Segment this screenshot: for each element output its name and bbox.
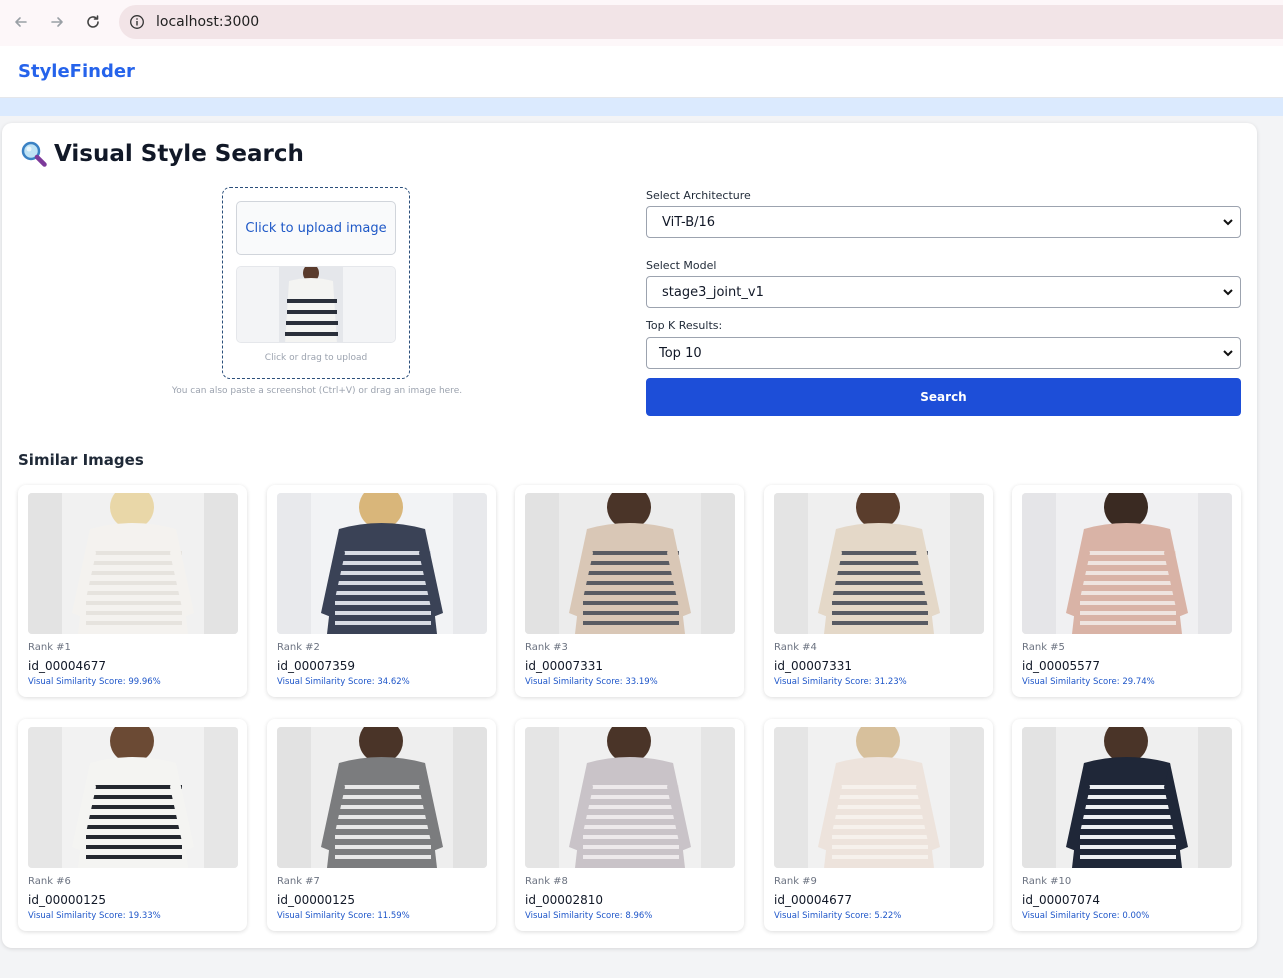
results-title: Similar Images — [18, 451, 144, 469]
upload-dropzone[interactable]: Click to upload image Click or drag to u… — [222, 187, 410, 379]
architecture-label: Select Architecture — [646, 189, 751, 202]
result-score: Visual Similarity Score: 33.19% — [525, 677, 658, 687]
architecture-value: ViT-B/16 — [662, 214, 716, 230]
result-image[interactable] — [774, 493, 984, 634]
result-rank: Rank #5 — [1022, 642, 1065, 653]
result-id: id_00000125 — [28, 893, 107, 907]
result-card[interactable]: Rank #9 id_00004677 Visual Similarity Scor… — [764, 719, 993, 931]
result-id: id_00007359 — [277, 659, 356, 673]
result-card[interactable]: Rank #4 id_00007331 Visual Similarity Scor… — [764, 485, 993, 697]
result-id: id_00007331 — [525, 659, 604, 673]
upload-hint: Click or drag to upload — [264, 353, 368, 363]
url-text: localhost:3000 — [156, 14, 260, 30]
result-card[interactable]: Rank #10 id_00007074 Visual Similarity Sco… — [1012, 719, 1241, 931]
result-image[interactable] — [28, 727, 238, 868]
result-score: Visual Similarity Score: 19.33% — [28, 911, 161, 921]
result-rank: Rank #8 — [525, 876, 568, 887]
result-card[interactable]: Rank #2 id_00007359 Visual Similarity Scor… — [267, 485, 496, 697]
search-button[interactable]: Search — [646, 378, 1241, 416]
result-image[interactable] — [1022, 493, 1232, 634]
page-title: Visual Style Search — [20, 140, 304, 168]
result-id: id_00005577 — [1022, 659, 1101, 673]
reload-icon[interactable] — [81, 10, 105, 34]
result-image[interactable] — [774, 727, 984, 868]
result-id: id_00007074 — [1022, 893, 1101, 907]
result-rank: Rank #6 — [28, 876, 71, 887]
result-card[interactable]: Rank #1 id_00004677 Visual Similarity Scor… — [18, 485, 247, 697]
result-rank: Rank #9 — [774, 876, 817, 887]
result-card[interactable]: Rank #8 id_00002810 Visual Similarity Scor… — [515, 719, 744, 931]
result-image[interactable] — [277, 727, 487, 868]
result-rank: Rank #2 — [277, 642, 320, 653]
result-score: Visual Similarity Score: 34.62% — [277, 677, 410, 687]
browser-toolbar: localhost:3000 — [0, 0, 1283, 46]
result-rank: Rank #10 — [1022, 876, 1072, 887]
result-score: Visual Similarity Score: 31.23% — [774, 677, 907, 687]
forward-arrow-icon[interactable] — [45, 10, 69, 34]
result-score: Visual Similarity Score: 0.00% — [1022, 911, 1150, 921]
result-id: id_00007331 — [774, 659, 853, 673]
paste-hint: You can also paste a screenshot (Ctrl+V)… — [171, 386, 463, 396]
chevron-down-icon — [1222, 347, 1234, 359]
result-score: Visual Similarity Score: 11.59% — [277, 911, 410, 921]
model-value: stage3_joint_v1 — [662, 284, 764, 300]
topk-value: Top 10 — [659, 345, 702, 361]
upload-button[interactable]: Click to upload image — [236, 201, 396, 255]
topk-select[interactable]: Top 10 — [646, 337, 1241, 369]
result-image[interactable] — [525, 493, 735, 634]
search-card: Visual Style Search Click to upload imag… — [2, 123, 1257, 948]
result-score: Visual Similarity Score: 29.74% — [1022, 677, 1155, 687]
chevron-down-icon — [1222, 286, 1234, 298]
page-title-text: Visual Style Search — [54, 141, 304, 167]
result-rank: Rank #4 — [774, 642, 817, 653]
architecture-select[interactable]: ViT-B/16 — [646, 206, 1241, 238]
result-score: Visual Similarity Score: 5.22% — [774, 911, 902, 921]
result-image[interactable] — [1022, 727, 1232, 868]
result-id: id_00004677 — [774, 893, 853, 907]
result-rank: Rank #3 — [525, 642, 568, 653]
result-card[interactable]: Rank #5 id_00005577 Visual Similarity Scor… — [1012, 485, 1241, 697]
result-card[interactable]: Rank #3 id_00007331 Visual Similarity Scor… — [515, 485, 744, 697]
back-arrow-icon[interactable] — [9, 10, 33, 34]
site-info-icon[interactable] — [129, 14, 145, 30]
topk-label: Top K Results: — [646, 319, 723, 332]
result-id: id_00002810 — [525, 893, 604, 907]
model-select[interactable]: stage3_joint_v1 — [646, 276, 1241, 308]
result-image[interactable] — [277, 493, 487, 634]
brand-logo[interactable]: StyleFinder — [18, 61, 135, 82]
address-bar[interactable]: localhost:3000 — [119, 5, 1283, 39]
result-card[interactable]: Rank #7 id_00000125 Visual Similarity Scor… — [267, 719, 496, 931]
result-score: Visual Similarity Score: 99.96% — [28, 677, 161, 687]
result-id: id_00004677 — [28, 659, 107, 673]
result-id: id_00000125 — [277, 893, 356, 907]
result-rank: Rank #7 — [277, 876, 320, 887]
magnifier-icon — [20, 140, 48, 168]
result-card[interactable]: Rank #6 id_00000125 Visual Similarity Scor… — [18, 719, 247, 931]
chevron-down-icon — [1222, 216, 1234, 228]
result-image[interactable] — [525, 727, 735, 868]
result-score: Visual Similarity Score: 8.96% — [525, 911, 653, 921]
uploaded-image-preview — [236, 266, 396, 343]
app-header: StyleFinder — [0, 46, 1283, 98]
result-rank: Rank #1 — [28, 642, 71, 653]
header-strip — [0, 98, 1283, 116]
model-label: Select Model — [646, 259, 717, 272]
result-image[interactable] — [28, 493, 238, 634]
